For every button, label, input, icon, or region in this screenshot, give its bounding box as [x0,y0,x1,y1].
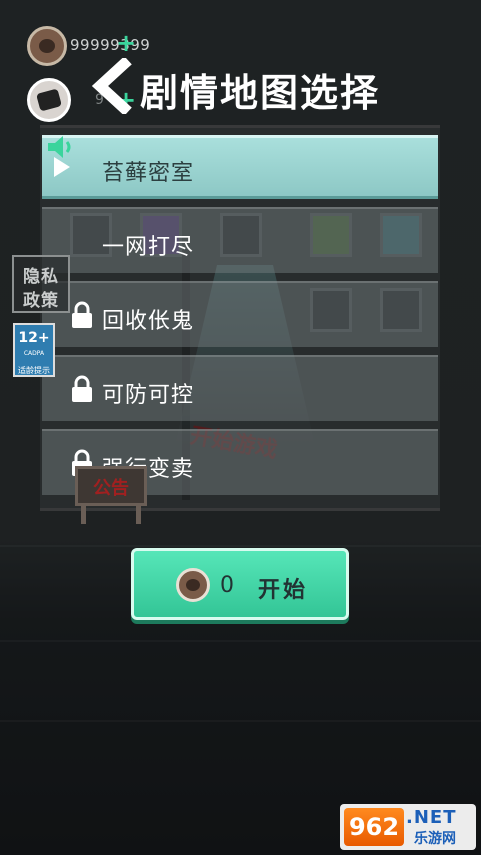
watermark-net: .NET [406,807,457,828]
coin-icon [27,26,67,66]
watermark-site: 乐游网 [414,831,456,847]
plus-icon[interactable]: + [116,31,136,55]
age-rating-org: CADPA [23,350,45,357]
coin-icon [176,568,210,602]
notice-board[interactable]: 公告 [75,466,147,524]
site-watermark: 962 .NET 乐游网 [340,804,476,850]
privacy-label-line2: 政策 [23,291,59,311]
map-item-label: 回收伥鬼 [102,309,195,334]
start-cost: 0 [220,573,234,598]
map-item[interactable]: 一网打尽 [42,207,438,273]
map-item-selected[interactable]: 苔藓密室 [42,135,438,199]
lock-icon [72,375,92,402]
notice-board-leg [81,506,86,524]
map-item-locked[interactable]: 可防可控 [42,355,438,421]
sound-icon[interactable] [46,134,78,160]
notice-board-leg [136,506,141,524]
lock-icon [72,301,92,328]
play-icon [54,157,70,177]
privacy-policy-button[interactable]: 隐私 政策 [12,255,70,313]
map-item-locked[interactable]: 回收伥鬼 [42,281,438,347]
age-rating-note: 适龄提示 [18,366,50,375]
map-item-label: 可防可控 [102,383,195,408]
privacy-label-line1: 隐私 [23,267,59,287]
watermark-logo: 962 [344,808,404,846]
notice-label: 公告 [93,478,129,499]
map-list: 苔藓密室 一网打尽 回收伥鬼 可防可控 强行变卖 [42,135,438,503]
age-rating: 12+ [18,330,50,346]
start-label: 开始 [258,578,309,603]
page-title: 剧情地图选择 [140,71,381,115]
coin-count: 99999399 [70,36,151,54]
back-arrow-icon[interactable] [88,58,138,114]
map-item-label: 一网打尽 [102,235,195,260]
map-item-label: 苔藓密室 [102,161,195,186]
start-button[interactable]: 0 开始 [131,548,349,620]
avatar-icon[interactable] [27,78,71,122]
